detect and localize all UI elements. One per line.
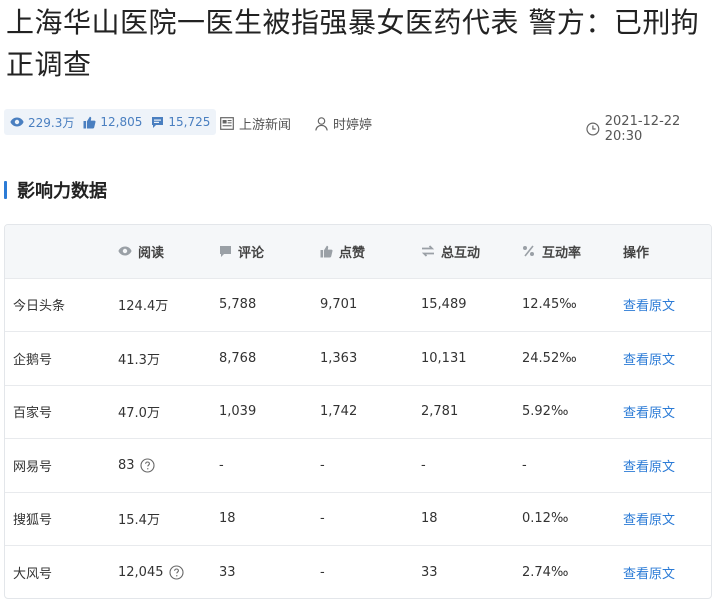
thumbs-up-icon [83,116,96,128]
platform-cell: 搜狐号 [13,513,53,529]
user-icon [315,116,328,131]
rate-cell: - [522,457,527,473]
platform-cell: 大风号 [13,567,53,582]
read-cell: 83 [118,439,219,493]
table-row: 企鹅号 41.3万 8,768 1,363 10,131 24.52‰ 查看原文 [5,331,711,386]
header-rate-label: 互动率 [542,245,582,261]
comment-icon [152,116,164,128]
comment-cell: 33 [219,565,236,580]
interact-cell: 18 [421,511,438,527]
platform-cell: 网易号 [13,459,53,475]
interact-cell: 33 [421,565,438,580]
views-stat: 229.3万 [10,114,74,131]
publish-datetime: 2021-12-22 20:30 [604,114,681,144]
view-original-link[interactable]: 查看原文 [623,299,675,314]
comment-cell: 18 [219,511,236,527]
likes-count: 12,805 [100,115,143,129]
rate-cell: 2.74‰ [522,565,569,580]
rate-cell: 12.45‰ [522,297,577,313]
table-row: 大风号 12,045 33 - 33 2.74‰ 查看原文 [5,545,711,599]
help-icon[interactable] [139,458,155,473]
percent-icon [523,245,534,257]
like-cell: 9,701 [320,297,358,313]
header-action-label: 操作 [623,245,650,261]
comment-cell: - [219,457,224,473]
like-cell: - [320,511,325,527]
header-rate: 互动率 [522,225,623,278]
table-header-row: 阅读 评论 点赞 总互动 互动率 操作 [5,225,711,278]
platform-cell: 今日头条 [13,299,66,315]
view-original-link[interactable]: 查看原文 [623,513,675,528]
table-row: 网易号 83 - - - - 查看原文 [5,438,711,493]
view-original-link[interactable]: 查看原文 [623,353,675,368]
header-read: 阅读 [118,225,219,278]
read-cell: 47.0万 [118,406,160,422]
header-comment: 评论 [219,225,320,278]
like-cell: 1,742 [320,404,358,420]
source-meta: 上游新闻 [220,114,291,133]
clock-icon [586,122,600,136]
article-meta: 229.3万 12,805 15,725 上游新闻 时婷婷 2021-12-22… [0,106,720,144]
header-like-label: 点赞 [339,245,366,261]
platform-cell: 百家号 [13,406,53,422]
read-cell: 124.4万 [118,299,169,315]
author-name: 时婷婷 [333,118,373,133]
section-accent-bar [4,181,7,199]
comment-cell: 5,788 [219,297,257,313]
thumbs-up-icon [320,245,333,258]
eye-icon [10,117,24,127]
influence-table: 阅读 评论 点赞 总互动 互动率 操作 今日头条 124.4万 5,788 9,… [4,224,712,599]
rate-cell: 5.92‰ [522,404,569,420]
comment-cell: 8,768 [219,350,257,366]
stats-pill: 229.3万 12,805 15,725 [4,109,217,135]
interact-cell: 2,781 [421,404,459,420]
newspaper-icon [220,117,234,130]
like-cell: - [320,457,325,473]
read-cell: 12,045 [118,546,219,599]
table-row: 百家号 47.0万 1,039 1,742 2,781 5.92‰ 查看原文 [5,385,711,439]
likes-stat: 12,805 [83,115,142,129]
view-original-link[interactable]: 查看原文 [623,567,675,582]
rate-cell: 0.12‰ [522,511,569,527]
date-meta: 2021-12-22 20:30 [586,114,720,144]
article-title: 上海华山医院一医生被指强暴女医药代表 警方：已刑拘正调查 [6,6,700,81]
header-interact: 总互动 [421,225,522,278]
view-original-link[interactable]: 查看原文 [623,406,675,421]
header-interact-label: 总互动 [441,245,481,261]
interact-cell: 10,131 [421,350,467,366]
eye-icon [118,246,132,256]
header-read-label: 阅读 [138,245,165,261]
comment-icon [220,245,231,257]
header-comment-label: 评论 [238,245,265,261]
header-action: 操作 [623,225,711,278]
author-meta: 时婷婷 [315,114,372,133]
source-name: 上游新闻 [239,118,292,133]
view-original-link[interactable]: 查看原文 [623,460,675,475]
section-title-text: 影响力数据 [17,181,107,202]
table-row: 今日头条 124.4万 5,788 9,701 15,489 12.45‰ 查看… [5,278,711,332]
like-cell: 1,363 [320,350,358,366]
comments-stat: 15,725 [151,115,210,129]
swap-arrows-icon [421,245,435,257]
interact-cell: 15,489 [421,297,467,313]
table-row: 搜狐号 15.4万 18 - 18 0.12‰ 查看原文 [5,492,711,546]
comment-cell: 1,039 [219,404,257,420]
interact-cell: - [421,457,426,473]
help-icon[interactable] [168,565,184,580]
header-like: 点赞 [320,225,421,278]
like-cell: - [320,565,325,580]
rate-cell: 24.52‰ [522,350,577,366]
read-cell: 41.3万 [118,352,160,368]
header-platform [5,225,118,278]
read-value: 12,045 [118,565,164,580]
platform-cell: 企鹅号 [13,352,53,368]
views-count: 229.3万 [28,115,75,130]
read-cell: 15.4万 [118,513,160,529]
read-value: 83 [118,457,135,473]
section-heading: 影响力数据 [4,179,107,202]
comments-count: 15,725 [168,115,211,129]
